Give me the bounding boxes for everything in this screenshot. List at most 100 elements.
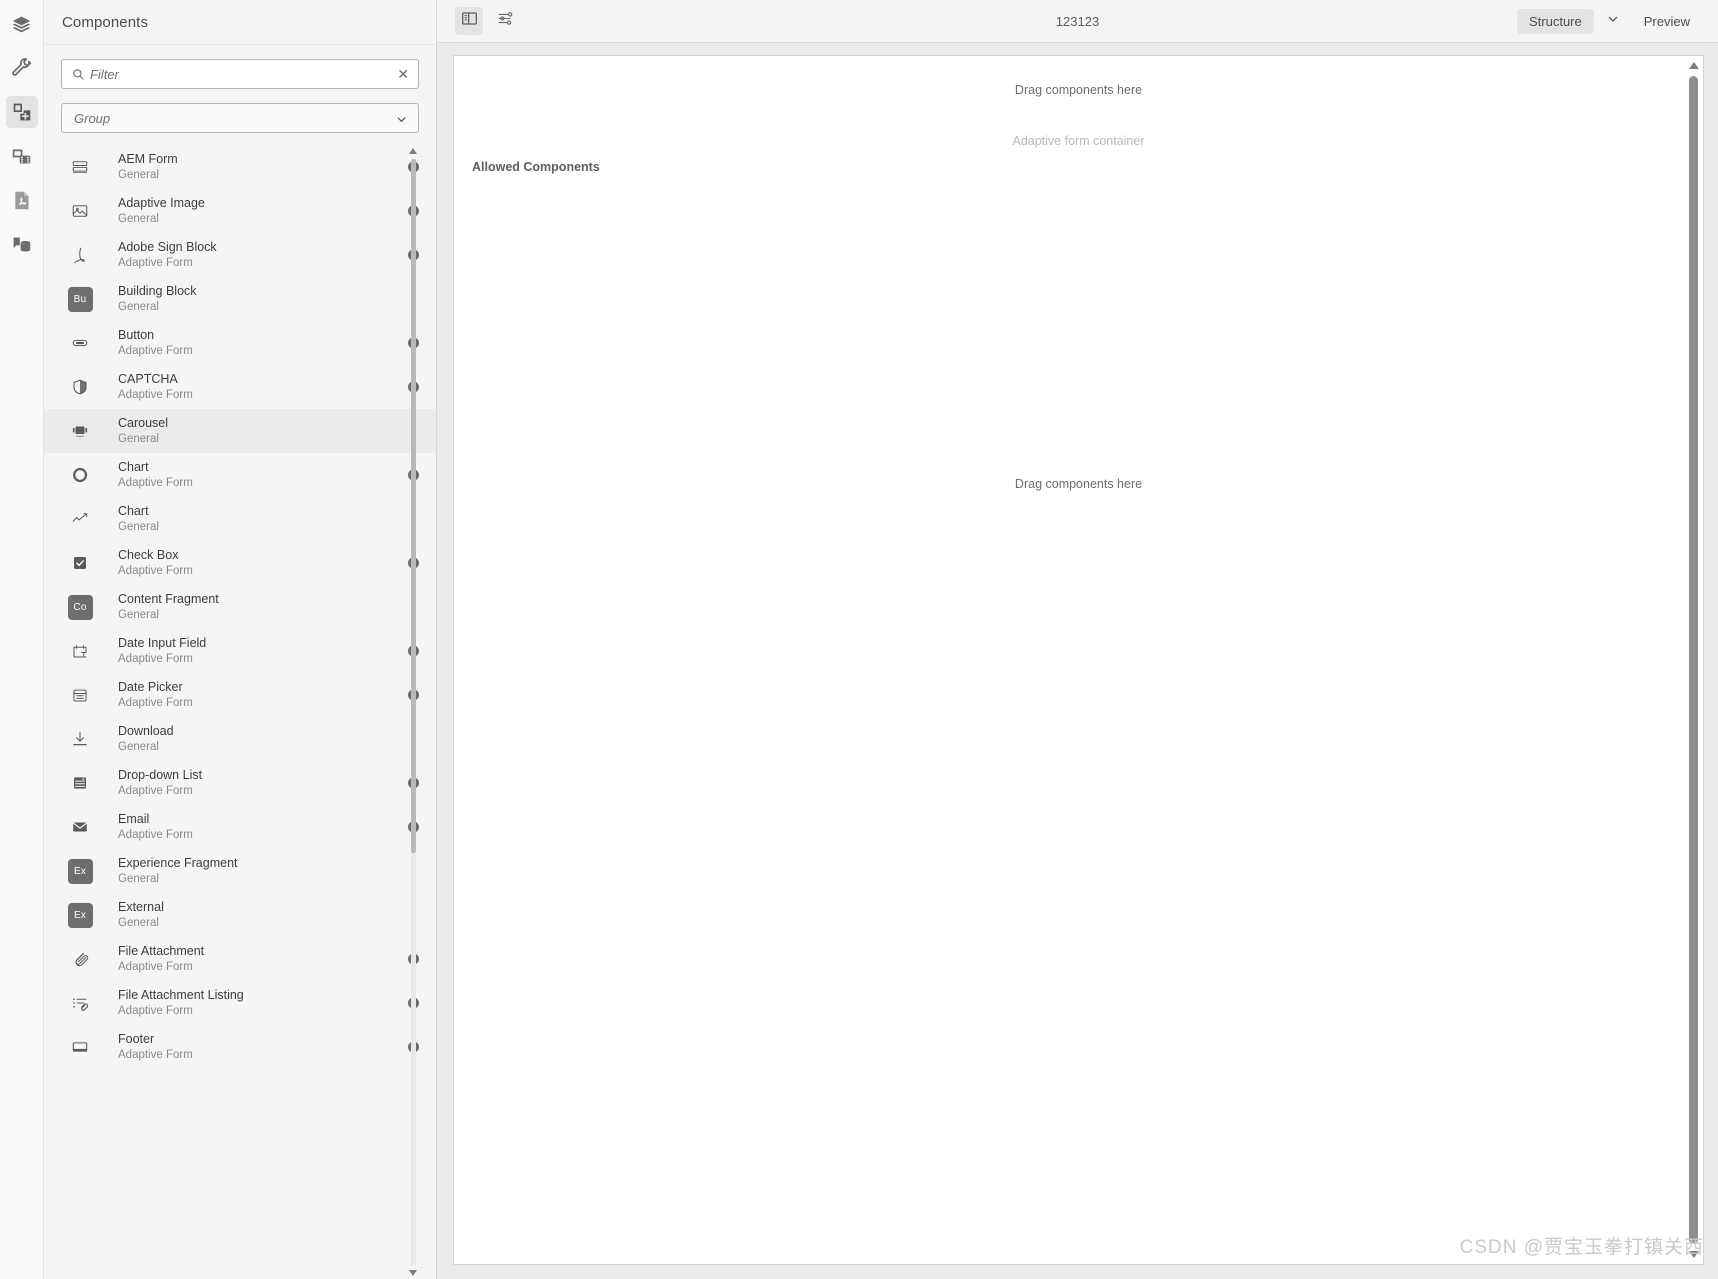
component-list-item-text: Content Fragment General [118, 592, 219, 623]
clear-icon[interactable]: ✕ [397, 66, 409, 82]
component-group: General [118, 433, 159, 446]
canvas-area: Drag components here Adaptive form conta… [437, 43, 1718, 1279]
component-group: Adaptive Form [118, 785, 193, 798]
component-group: Adaptive Form [118, 257, 193, 270]
component-group: General [118, 521, 159, 534]
drop-hint-bottom[interactable]: Drag components here [454, 477, 1703, 491]
allowed-components-label: Allowed Components [472, 160, 600, 174]
email-icon [62, 818, 98, 836]
search-input[interactable] [62, 60, 418, 88]
drop-hint-top[interactable]: Drag components here [454, 83, 1703, 97]
page-canvas[interactable]: Drag components here Adaptive form conta… [453, 55, 1704, 1265]
component-title: Content Fragment [118, 591, 219, 606]
mode-dropdown-button[interactable] [1598, 8, 1628, 34]
side-panel-toggle-button[interactable] [455, 7, 483, 35]
component-list-item[interactable]: Drop-down ListAdaptive Formi [44, 761, 436, 805]
wrench-icon [11, 57, 32, 79]
rail-item-tools[interactable] [6, 52, 38, 84]
canvas-scroll-up-arrow[interactable] [1687, 59, 1700, 72]
group-dropdown[interactable]: Group [61, 103, 419, 133]
component-list-item-text: Button Adaptive Form [118, 328, 193, 359]
component-list-item[interactable]: CAPTCHAAdaptive Formi [44, 365, 436, 409]
component-group: General [118, 301, 159, 314]
component-title: File Attachment [118, 943, 205, 958]
component-list-item-text: Footer Adaptive Form [118, 1032, 193, 1063]
components-icon [12, 102, 32, 122]
component-list[interactable]: AEM FormGeneraliAdaptive ImageGeneraliAd… [44, 145, 436, 1279]
component-list-item[interactable]: ChartAdaptive Formi [44, 453, 436, 497]
component-list-item[interactable]: AEM FormGenerali [44, 145, 436, 189]
rail-item-layers[interactable] [6, 8, 38, 40]
component-group: General [118, 917, 159, 930]
filter-field[interactable]: ✕ [61, 59, 419, 89]
component-list-item[interactable]: ButtonAdaptive Formi [44, 321, 436, 365]
component-title: Chart [118, 503, 149, 518]
component-badge-label: Ex [67, 858, 93, 884]
panel-controls: ✕ Group [44, 45, 436, 133]
scroll-down-arrow[interactable] [407, 1267, 419, 1279]
rail-item-assets[interactable] [6, 140, 38, 172]
component-list-item-text: Chart Adaptive Form [118, 460, 193, 491]
side-panel-toggle-icon [461, 10, 478, 32]
component-list-item-text: Experience Fragment General [118, 856, 238, 887]
scroll-up-arrow[interactable] [407, 145, 419, 157]
components-panel: Components ✕ Group [44, 0, 437, 1279]
component-list-item[interactable]: Ex Experience Fragment General [44, 849, 436, 893]
component-list-region: AEM FormGeneraliAdaptive ImageGeneraliAd… [44, 145, 436, 1279]
aem-form-icon [62, 158, 98, 176]
component-list-item[interactable]: File AttachmentAdaptive Formi [44, 937, 436, 981]
component-list-item[interactable]: File Attachment ListingAdaptive Formi [44, 981, 436, 1025]
tab-structure[interactable]: Structure [1517, 8, 1594, 34]
component-list-item[interactable]: Carousel General [44, 409, 436, 453]
component-title: External [118, 899, 164, 914]
component-list-item[interactable]: Adobe Sign BlockAdaptive Formi [44, 233, 436, 277]
component-list-item[interactable]: Date Input FieldAdaptive Formi [44, 629, 436, 673]
footer-icon [62, 1038, 98, 1056]
component-list-item[interactable]: FooterAdaptive Formi [44, 1025, 436, 1069]
download-icon [62, 730, 98, 748]
component-list-item[interactable]: Ex External General [44, 893, 436, 937]
component-list-item-text: File Attachment Listing Adaptive Form [118, 988, 244, 1019]
component-title: AEM Form [118, 151, 178, 166]
component-group: General [118, 169, 159, 182]
page-properties-button[interactable] [491, 7, 519, 35]
component-badge-icon: Bu [62, 286, 98, 312]
panel-scrollbar-thumb[interactable] [411, 159, 416, 853]
component-list-item-text: AEM Form General [118, 152, 178, 183]
canvas-scroll-down-arrow[interactable] [1687, 1248, 1700, 1261]
component-list-item[interactable]: Chart General [44, 497, 436, 541]
component-list-item-text: Check Box Adaptive Form [118, 548, 193, 579]
component-title: Date Input Field [118, 635, 207, 650]
component-list-item-text: File Attachment Adaptive Form [118, 944, 204, 975]
search-icon [72, 68, 85, 86]
component-group: Adaptive Form [118, 653, 193, 666]
component-list-item[interactable]: Date PickerAdaptive Formi [44, 673, 436, 717]
toolbar-left-group [455, 7, 519, 35]
rail-item-pdf[interactable] [6, 184, 38, 216]
component-list-item-text: CAPTCHA Adaptive Form [118, 372, 193, 403]
component-list-item[interactable]: Bu Building Block General [44, 277, 436, 321]
panel-scrollbar[interactable] [407, 145, 419, 1279]
component-title: Footer [118, 1031, 155, 1046]
component-group: Adaptive Form [118, 961, 193, 974]
main-area: 123123 Structure Preview Drag components… [437, 0, 1718, 1279]
component-list-item[interactable]: Adaptive ImageGenerali [44, 189, 436, 233]
component-title: Check Box [118, 547, 179, 562]
assets-icon [11, 146, 32, 167]
rail-item-components[interactable] [5, 96, 38, 128]
component-title: File Attachment Listing [118, 987, 244, 1002]
component-list-item-text: Adobe Sign Block Adaptive Form [118, 240, 217, 271]
chevron-down-icon [395, 113, 408, 131]
component-list-item-text: Drop-down List Adaptive Form [118, 768, 202, 799]
adaptive-form-container-label: Adaptive form container [1012, 134, 1145, 148]
component-list-item[interactable]: Download General [44, 717, 436, 761]
component-list-item[interactable]: EmailAdaptive Formi [44, 805, 436, 849]
component-list-item[interactable]: Co Content Fragment General [44, 585, 436, 629]
component-list-item[interactable]: Check BoxAdaptive Formi [44, 541, 436, 585]
tab-preview[interactable]: Preview [1632, 9, 1702, 34]
rail-item-content[interactable] [6, 228, 38, 260]
dropdown-icon [62, 774, 98, 792]
toolbar-right-group: Structure Preview [1517, 8, 1702, 34]
canvas-scrollbar[interactable] [1687, 59, 1700, 1261]
canvas-scrollbar-thumb[interactable] [1689, 76, 1698, 1244]
